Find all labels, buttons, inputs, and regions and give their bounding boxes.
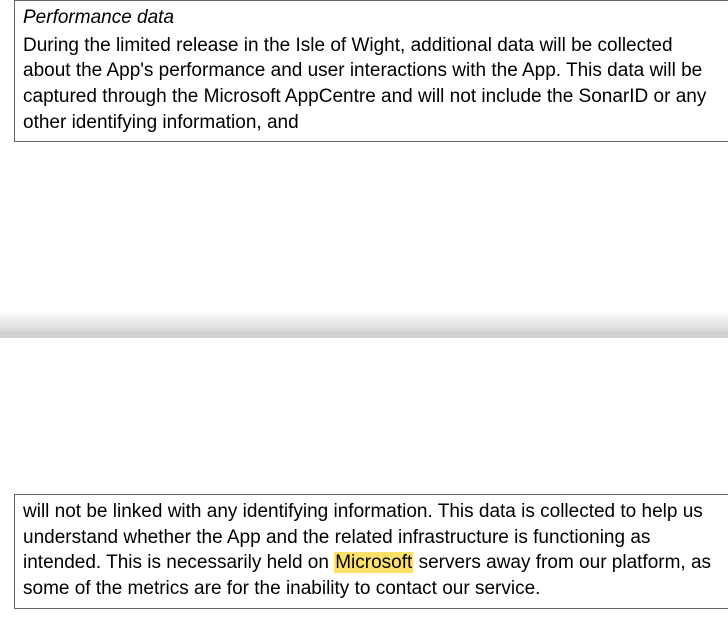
page-top: Performance data During the limited rele… — [0, 0, 728, 142]
gap-shadow — [0, 312, 728, 332]
section1-paragraph: During the limited release in the Isle o… — [23, 35, 706, 133]
highlighted-term: Microsoft — [334, 552, 413, 573]
page-gap — [0, 142, 728, 494]
page-bottom: will not be linked with any identifying … — [0, 494, 728, 609]
gap-divider — [0, 332, 728, 338]
section-heading: Performance data — [23, 5, 720, 31]
table-cell-bottom: will not be linked with any identifying … — [14, 494, 728, 609]
table-cell-top: Performance data During the limited rele… — [14, 0, 728, 142]
